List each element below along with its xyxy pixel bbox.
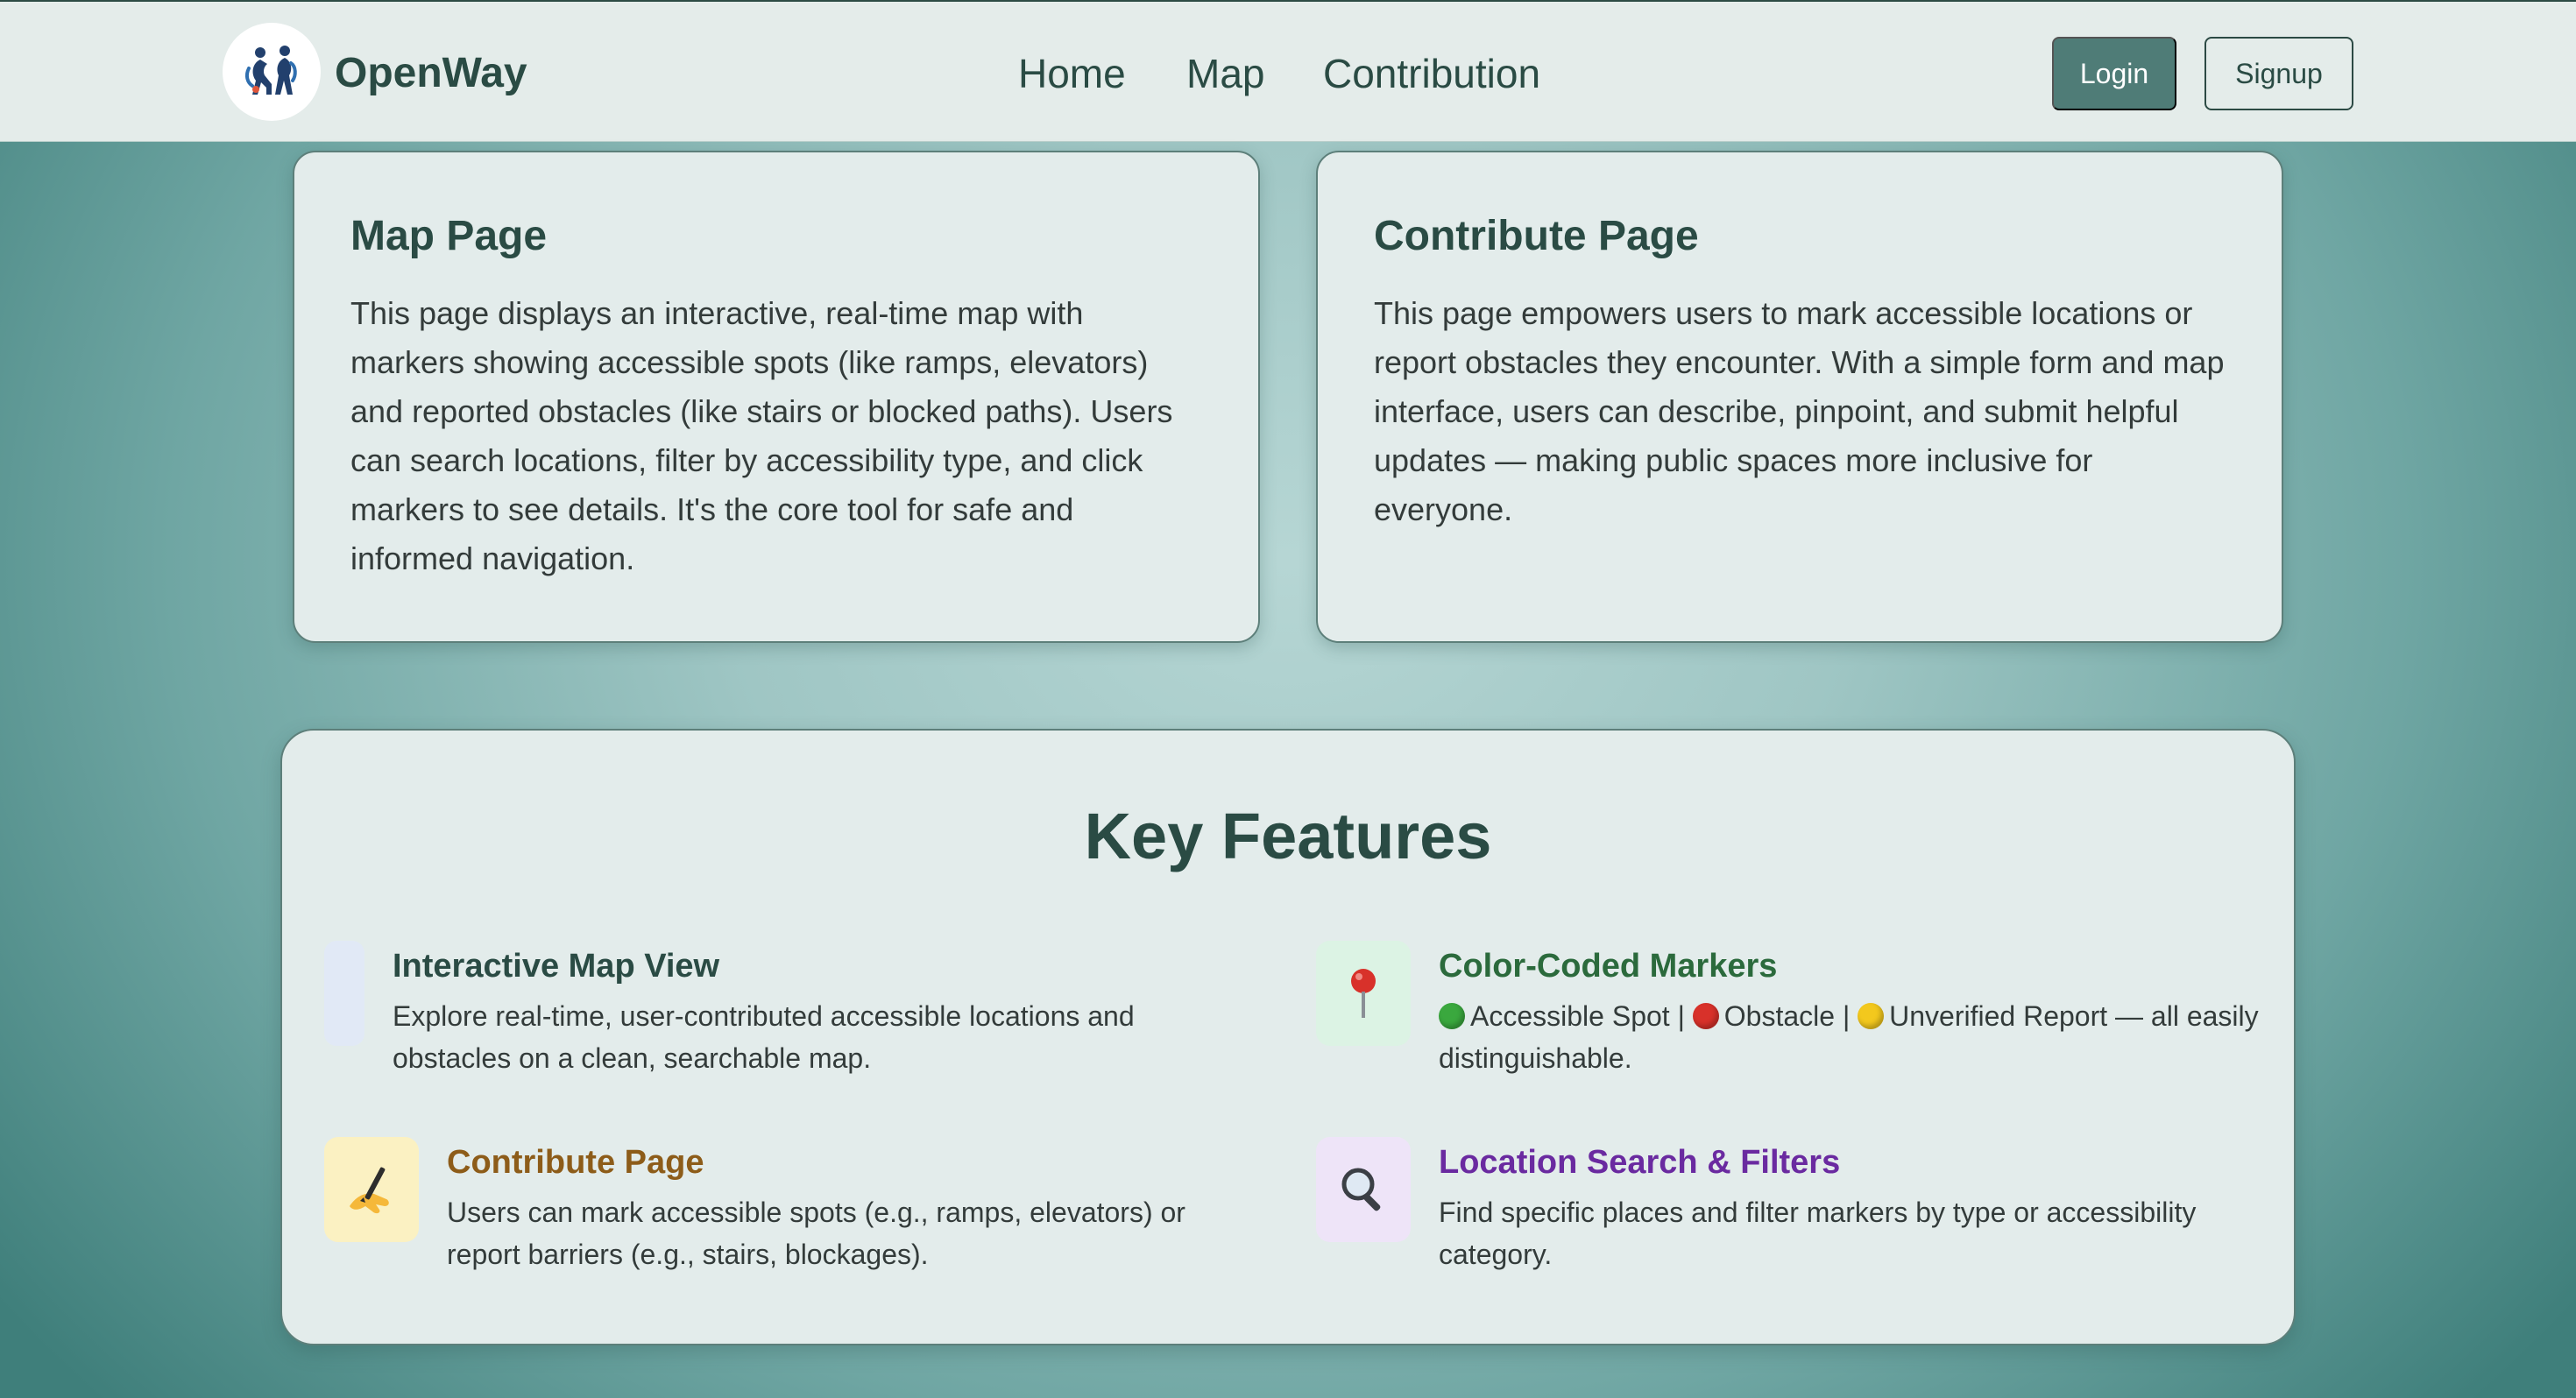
legend-obstacle: Obstacle bbox=[1723, 1000, 1836, 1032]
feature-title: Color-Coded Markers bbox=[1439, 948, 1778, 985]
yellow-dot-icon bbox=[1858, 1003, 1885, 1029]
feature-contribute-page: Contribute Page Users can mark accessibl… bbox=[324, 1137, 1244, 1277]
card-text: This page empowers users to mark accessi… bbox=[1374, 295, 2225, 527]
contribute-page-card: Contribute Page This page empowers users… bbox=[1316, 151, 2283, 643]
feature-title: Location Search & Filters bbox=[1439, 1144, 1841, 1181]
logo-people-icon bbox=[244, 46, 297, 95]
map-icon bbox=[324, 941, 364, 1046]
key-features-section: Key Features Interactive Map View Explor… bbox=[280, 729, 2296, 1345]
green-dot-icon bbox=[1439, 1003, 1465, 1029]
magnifier-icon bbox=[1316, 1137, 1411, 1242]
feature-desc: Users can mark accessible spots (e.g., r… bbox=[447, 1197, 1185, 1270]
feature-interactive-map: Interactive Map View Explore real-time, … bbox=[324, 941, 1244, 1081]
card-text: This page displays an interactive, real-… bbox=[350, 295, 1173, 576]
red-dot-icon bbox=[1692, 1003, 1719, 1029]
signup-button[interactable]: Signup bbox=[2204, 37, 2353, 110]
feature-color-coded-markers: Color-Coded Markers Accessible Spot | Ob… bbox=[1316, 941, 2262, 1081]
feature-title: Interactive Map View bbox=[393, 948, 720, 985]
brand-name[interactable]: OpenWay bbox=[335, 47, 527, 100]
nav-map[interactable]: Map bbox=[1186, 47, 1264, 100]
feature-title: Contribute Page bbox=[447, 1144, 704, 1181]
nav-home[interactable]: Home bbox=[1018, 47, 1126, 100]
legend-unverified: Unverified Report bbox=[1889, 1000, 2108, 1032]
section-title: Key Features bbox=[1084, 800, 1492, 872]
pushpin-icon bbox=[1316, 941, 1411, 1046]
logo[interactable] bbox=[223, 23, 321, 121]
top-navbar: OpenWay Home Map Contribution Login Sign… bbox=[0, 0, 2576, 142]
legend-accessible: Accessible Spot bbox=[1470, 1000, 1670, 1032]
map-page-card: Map Page This page displays an interacti… bbox=[293, 151, 1260, 643]
card-title: Contribute Page bbox=[1374, 213, 1699, 259]
nav-contribution[interactable]: Contribution bbox=[1323, 47, 1540, 100]
card-title: Map Page bbox=[350, 213, 548, 259]
feature-desc: Find specific places and filter markers … bbox=[1439, 1197, 2197, 1270]
feature-location-search: Location Search & Filters Find specific … bbox=[1316, 1137, 2262, 1277]
writing-hand-icon bbox=[324, 1137, 419, 1242]
login-button[interactable]: Login bbox=[2052, 37, 2176, 110]
feature-desc: Accessible Spot | Obstacle | Unverified … bbox=[1439, 1000, 2259, 1074]
feature-desc: Explore real-time, user-contributed acce… bbox=[393, 1000, 1135, 1074]
